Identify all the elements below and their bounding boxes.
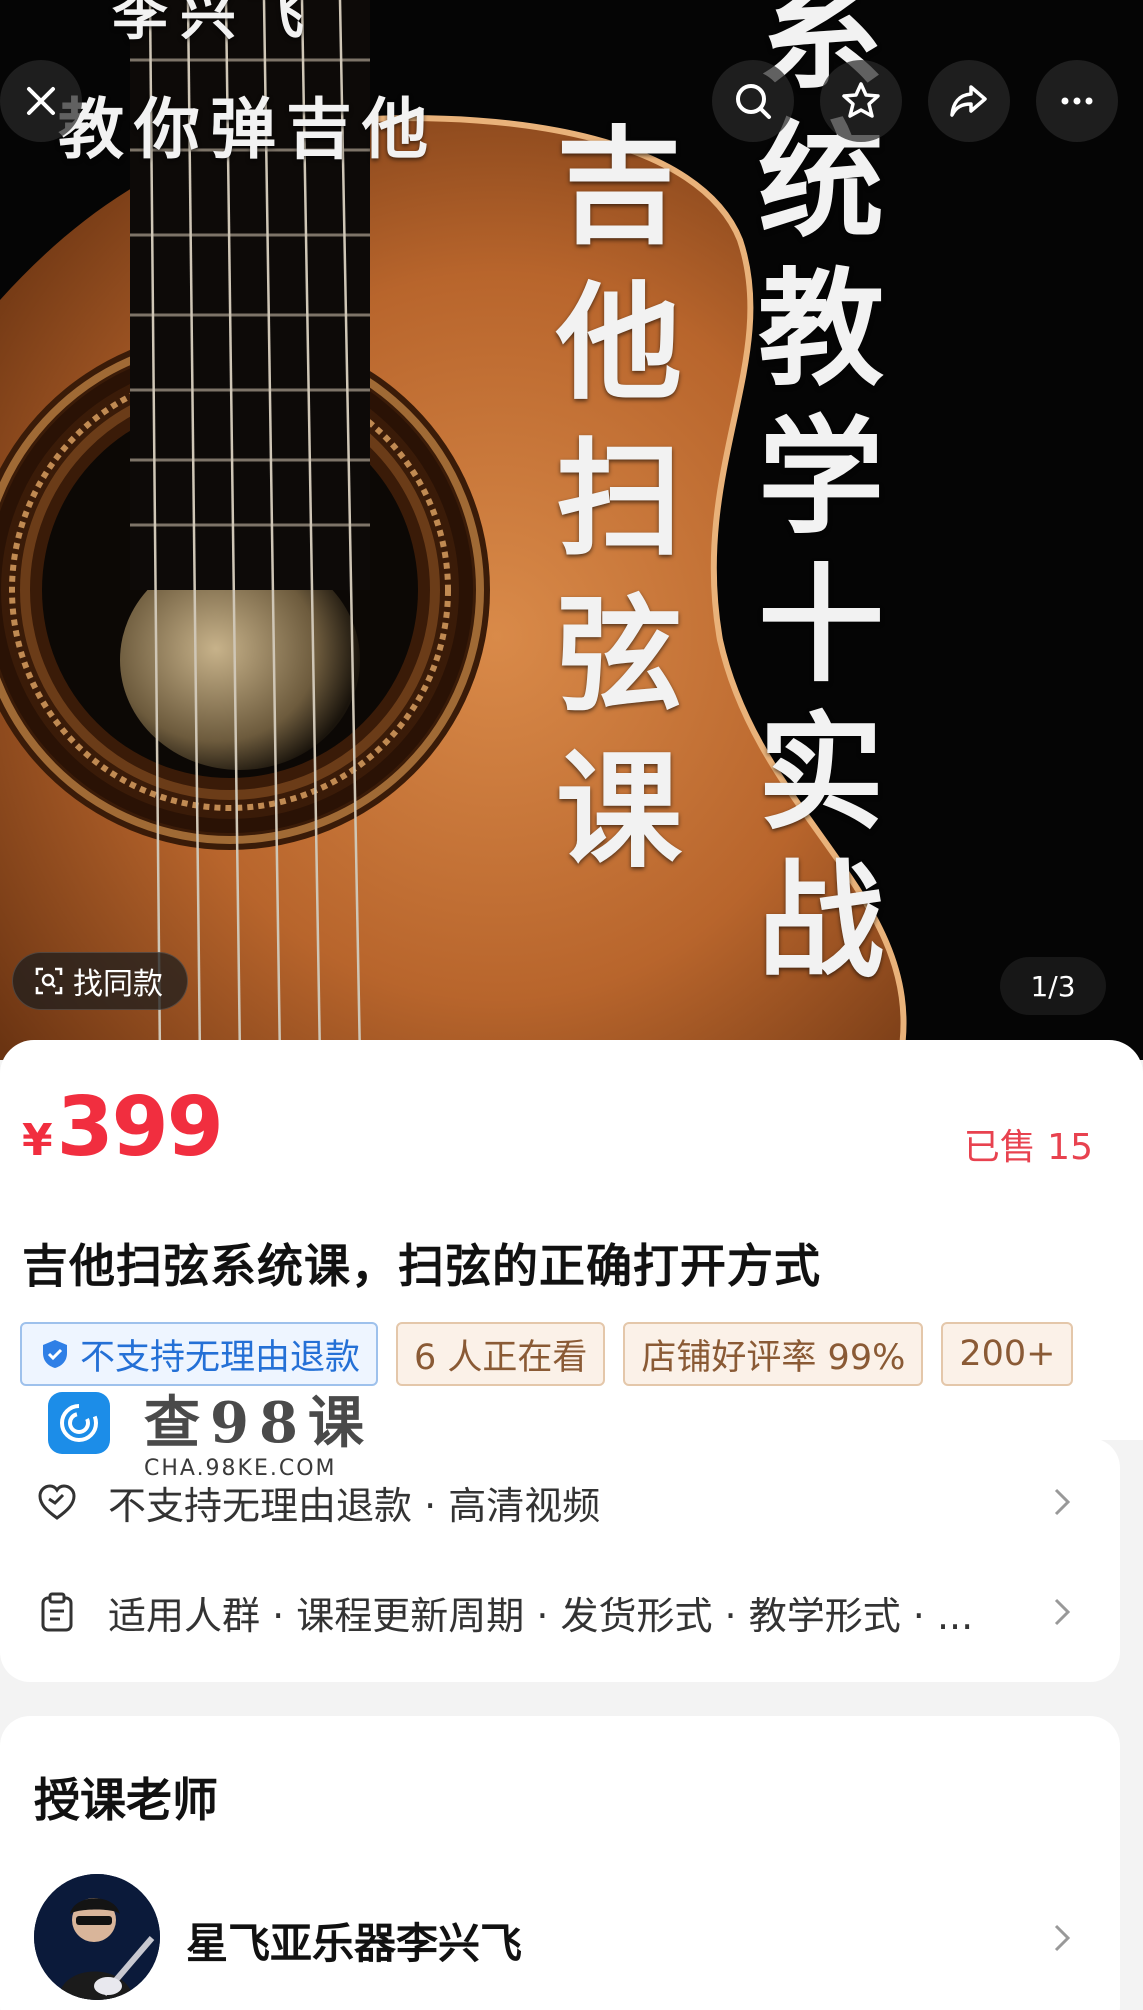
cover-char: 弦 (556, 582, 682, 729)
teacher-section-title: 授课老师 (34, 1773, 218, 1827)
watermark-logo-icon (48, 1392, 110, 1454)
teacher-name[interactable]: 星飞亚乐器李兴飞 (186, 1910, 522, 1971)
heart-shield-icon (38, 1484, 76, 1520)
cover-vertical-title-right: 系 统 教 学 十 实 战 (758, 0, 884, 996)
store-rating-tag[interactable]: 店铺好评率 99% (623, 1322, 924, 1386)
teacher-card: 授课老师 星飞亚乐器李兴飞 (0, 1716, 1120, 2010)
close-button[interactable] (0, 60, 82, 142)
watermark-sub-text: CHA.98KE.COM (144, 1456, 337, 1481)
cover-char: 扫 (556, 426, 682, 573)
product-title: 吉他扫弦系统课，扫弦的正确打开方式 (22, 1239, 821, 1293)
clipboard-icon (41, 1592, 73, 1632)
chevron-right-icon (1054, 1598, 1071, 1626)
close-icon (27, 87, 55, 115)
find-similar-label: 找同款 (73, 967, 163, 1002)
product-info-card: ¥ 399 已售 15 吉他扫弦系统课，扫弦的正确打开方式 不支持无理由退款 6… (0, 1040, 1143, 1440)
cover-tagline: 教你弹吉他 (58, 91, 438, 168)
more-options-button[interactable] (1036, 60, 1118, 142)
price: ¥ 399 (22, 1080, 224, 1175)
cover-char: 十 (758, 552, 884, 699)
watermark-main-text: 查98课 (144, 1390, 374, 1456)
search-icon (736, 84, 771, 119)
teacher-avatar[interactable] (34, 1874, 160, 2000)
tag-row[interactable]: 不支持无理由退款 6 人正在看 店铺好评率 99% 200+ (20, 1322, 1074, 1386)
service-row-params[interactable]: 适用人群 · 课程更新周期 · 发货形式 · 教学形式 · ... (0, 1562, 1120, 1662)
refund-policy-tag[interactable]: 不支持无理由退款 (20, 1322, 379, 1386)
chevron-right-icon[interactable] (1050, 1920, 1076, 1956)
product-image-carousel[interactable]: 李兴飞 教你弹吉他 吉 他 扫 弦 课 系 统 教 学 十 实 战 找同款 1/… (0, 0, 1143, 1060)
service-row-params-text: 适用人群 · 课程更新周期 · 发货形式 · 教学形式 · ... (108, 1593, 974, 1638)
refund-policy-tag-label: 不支持无理由退款 (80, 1337, 361, 1378)
star-icon (842, 82, 880, 118)
cover-author-name: 李兴飞 (112, 0, 316, 48)
search-button[interactable] (712, 60, 794, 142)
image-page-indicator: 1/3 (1000, 957, 1106, 1015)
cover-char: 教 (758, 256, 884, 403)
chevron-right-icon (1054, 1488, 1071, 1516)
tag-row-viewport: 不支持无理由退款 6 人正在看 店铺好评率 99% 200+ (0, 1310, 1095, 1400)
cover-char: 实 (758, 700, 884, 847)
shield-check-icon (43, 1340, 67, 1368)
cover-char: 战 (758, 848, 884, 995)
cover-char: 学 (758, 404, 884, 551)
scan-icon (35, 967, 63, 995)
share-button[interactable] (928, 60, 1010, 142)
extra-stat-tag[interactable]: 200+ (941, 1322, 1074, 1386)
viewers-tag[interactable]: 6 人正在看 (396, 1322, 606, 1386)
cover-char: 吉 (556, 114, 682, 261)
find-similar-button[interactable]: 找同款 (12, 952, 188, 1010)
cover-char: 他 (556, 270, 682, 417)
more-dots-icon (1061, 97, 1093, 105)
cover-char: 课 (556, 738, 682, 885)
price-amount: 399 (56, 1080, 224, 1175)
service-row-guarantee-text: 不支持无理由退款 · 高清视频 (108, 1483, 601, 1528)
price-currency: ¥ (22, 1115, 53, 1166)
cover-vertical-title-left: 吉 他 扫 弦 课 (556, 110, 682, 890)
sold-count: 已售 15 (963, 1127, 1093, 1168)
share-icon (950, 85, 987, 117)
site-watermark: 查98课 CHA.98KE.COM (48, 1392, 374, 1481)
favorite-button[interactable] (820, 60, 902, 142)
